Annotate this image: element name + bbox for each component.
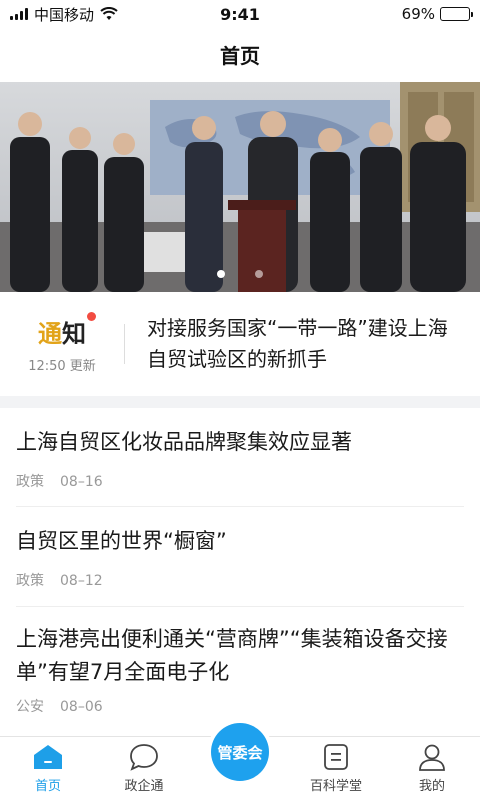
signal-icon (10, 8, 28, 20)
status-right: 69% (401, 5, 473, 23)
user-icon (418, 743, 446, 771)
carousel-dot[interactable] (217, 270, 225, 278)
page-title: 首页 (220, 43, 260, 68)
notice-label: 通知 (38, 312, 96, 349)
article-meta: 政策 08–12 (16, 570, 464, 590)
tab-profile[interactable]: 我的 (384, 737, 480, 800)
article-category: 政策 (16, 473, 44, 490)
tab-label: 首页 (34, 779, 61, 794)
tab-committee[interactable]: 管委会 (192, 723, 288, 800)
article-meta: 政策 08–16 (16, 471, 464, 491)
carrier-label: 中国移动 (34, 5, 95, 24)
tab-label: 百科学堂 (309, 779, 362, 794)
status-bar: 中国移动 9:41 69% (0, 0, 480, 28)
carousel-indicator (0, 270, 480, 278)
article-meta: 公安 08–06 (16, 696, 464, 716)
tab-enterprise[interactable]: 政企通 (96, 737, 192, 800)
notice-banner[interactable]: 通知 12:50 更新 对接服务国家“一带一路”建设上海自贸试验区的新抓手 (0, 292, 480, 396)
notice-update-time: 12:50 更新 (28, 359, 96, 374)
tab-label: 政企通 (124, 779, 164, 794)
status-left: 中国移动 (10, 4, 118, 25)
chat-bubble-icon (129, 743, 159, 771)
battery-icon (440, 7, 473, 21)
bottom-tab-bar: 首页 政企通 管委会 百科学堂 我的 (0, 723, 480, 800)
banner-photo (0, 82, 480, 292)
article-list: 上海自贸区化妆品品牌聚集效应显著 政策 08–16 自贸区里的世界“橱窗” 政策 0… (0, 408, 480, 735)
notice-headline[interactable]: 对接服务国家“一带一路”建设上海自贸试验区的新抓手 (125, 313, 480, 375)
article-title: 上海自贸区化妆品品牌聚集效应显著 (16, 430, 352, 454)
article-item[interactable]: 上海港亮出便利通关“营商牌”“集装箱设备交接单”有望7月全面电子化 公安 08–0… (0, 607, 480, 735)
battery-percent: 69% (401, 5, 435, 23)
article-category: 公安 (16, 699, 44, 716)
notice-badge: 通知 12:50 更新 (0, 312, 124, 374)
carousel-dot[interactable] (255, 270, 263, 278)
article-item[interactable]: 自贸区里的世界“橱窗” 政策 08–12 (0, 507, 480, 607)
article-item[interactable]: 上海自贸区化妆品品牌聚集效应显著 政策 08–16 (0, 408, 480, 507)
tab-label: 我的 (418, 779, 445, 794)
wifi-icon (100, 7, 118, 20)
notice-dot-icon (87, 312, 96, 321)
article-date: 08–12 (60, 572, 103, 589)
book-icon (323, 743, 349, 771)
section-gap (0, 396, 480, 408)
article-date: 08–16 (60, 473, 103, 490)
tab-encyclopedia[interactable]: 百科学堂 (288, 737, 384, 800)
article-date: 08–06 (60, 699, 103, 716)
tab-home[interactable]: 首页 (0, 737, 96, 800)
nav-bar: 首页 (0, 28, 480, 80)
article-title: 上海港亮出便利通关“营商牌”“集装箱设备交接单”有望7月全面电子化 (16, 627, 448, 684)
article-category: 政策 (16, 572, 44, 589)
article-title: 自贸区里的世界“橱窗” (16, 529, 227, 553)
center-circle-icon[interactable]: 管委会 (211, 723, 269, 781)
home-icon (33, 743, 63, 771)
banner-carousel[interactable] (0, 82, 480, 292)
